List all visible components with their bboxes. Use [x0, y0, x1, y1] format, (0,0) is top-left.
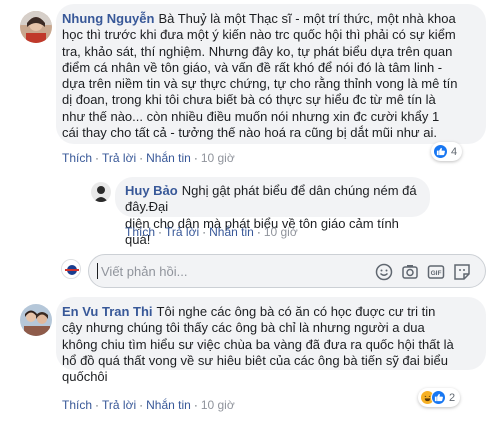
- reaction-summary[interactable]: 4: [431, 142, 463, 161]
- message-button[interactable]: Nhắn tin: [146, 151, 191, 165]
- reply-input-placeholder: Viết phản hồi...: [101, 264, 188, 279]
- reply-button[interactable]: Trả lời: [102, 398, 136, 412]
- comment-timestamp[interactable]: 10 giờ: [264, 225, 298, 239]
- reply-input[interactable]: Viết phản hồi... GIF: [88, 254, 486, 288]
- comment-bubble: En Vu Tran Thi Tôi nghe các ông bà có ăn …: [56, 297, 486, 384]
- comment-text: En Vu Tran Thi Tôi nghe các ông bà có ăn …: [62, 304, 454, 385]
- reaction-summary[interactable]: 2: [418, 388, 461, 407]
- comment-bubble: Nhung Nguyễn Bà Thuỷ là một Thạc sĩ - một…: [56, 4, 486, 144]
- message-button[interactable]: Nhắn tin: [209, 225, 254, 239]
- reply-button[interactable]: Trả lời: [165, 225, 199, 239]
- comment-actions: Thích · Trả lời · Nhắn tin · 10 giờ: [125, 225, 298, 239]
- comment-actions: Thích · Trả lời · Nhắn tin · 10 giờ: [62, 151, 235, 165]
- comment-actions: Thích · Trả lời · Nhắn tin · 10 giờ: [62, 398, 235, 412]
- gif-icon[interactable]: GIF: [426, 262, 446, 282]
- avatar[interactable]: [91, 182, 111, 202]
- avatar-photo: [62, 260, 80, 278]
- avatar[interactable]: [20, 11, 52, 43]
- like-button[interactable]: Thích: [62, 398, 92, 412]
- avatar-photo: [91, 182, 111, 202]
- comment-text: Nhung Nguyễn Bà Thuỷ là một Thạc sĩ - một…: [62, 11, 458, 141]
- avatar[interactable]: [20, 304, 52, 336]
- message-button[interactable]: Nhắn tin: [146, 398, 191, 412]
- like-reaction-icon: [433, 144, 448, 159]
- comment-timestamp[interactable]: 10 giờ: [201, 398, 235, 412]
- like-button[interactable]: Thích: [125, 225, 155, 239]
- comment-bubble: Huy Bảo Nghị gật phát biểu để dân chúng n…: [115, 177, 430, 247]
- sticker-icon[interactable]: [452, 262, 472, 282]
- reaction-count: 4: [451, 145, 458, 158]
- emoji-icon[interactable]: [374, 262, 394, 282]
- svg-text:GIF: GIF: [431, 270, 442, 277]
- reply-button[interactable]: Trả lời: [102, 151, 136, 165]
- like-reaction-icon: [431, 390, 446, 405]
- current-user-avatar: [61, 259, 81, 279]
- comment-timestamp[interactable]: 10 giờ: [201, 151, 235, 165]
- text-cursor: [97, 263, 98, 279]
- reaction-count: 2: [449, 391, 456, 404]
- comment-author[interactable]: Nhung Nguyễn: [62, 11, 154, 26]
- like-button[interactable]: Thích: [62, 151, 92, 165]
- comment-author[interactable]: Huy Bảo: [125, 183, 178, 198]
- comment-author[interactable]: En Vu Tran Thi: [62, 304, 153, 319]
- avatar-photo: [20, 11, 52, 43]
- avatar-photo: [20, 304, 52, 336]
- camera-icon[interactable]: [400, 262, 420, 282]
